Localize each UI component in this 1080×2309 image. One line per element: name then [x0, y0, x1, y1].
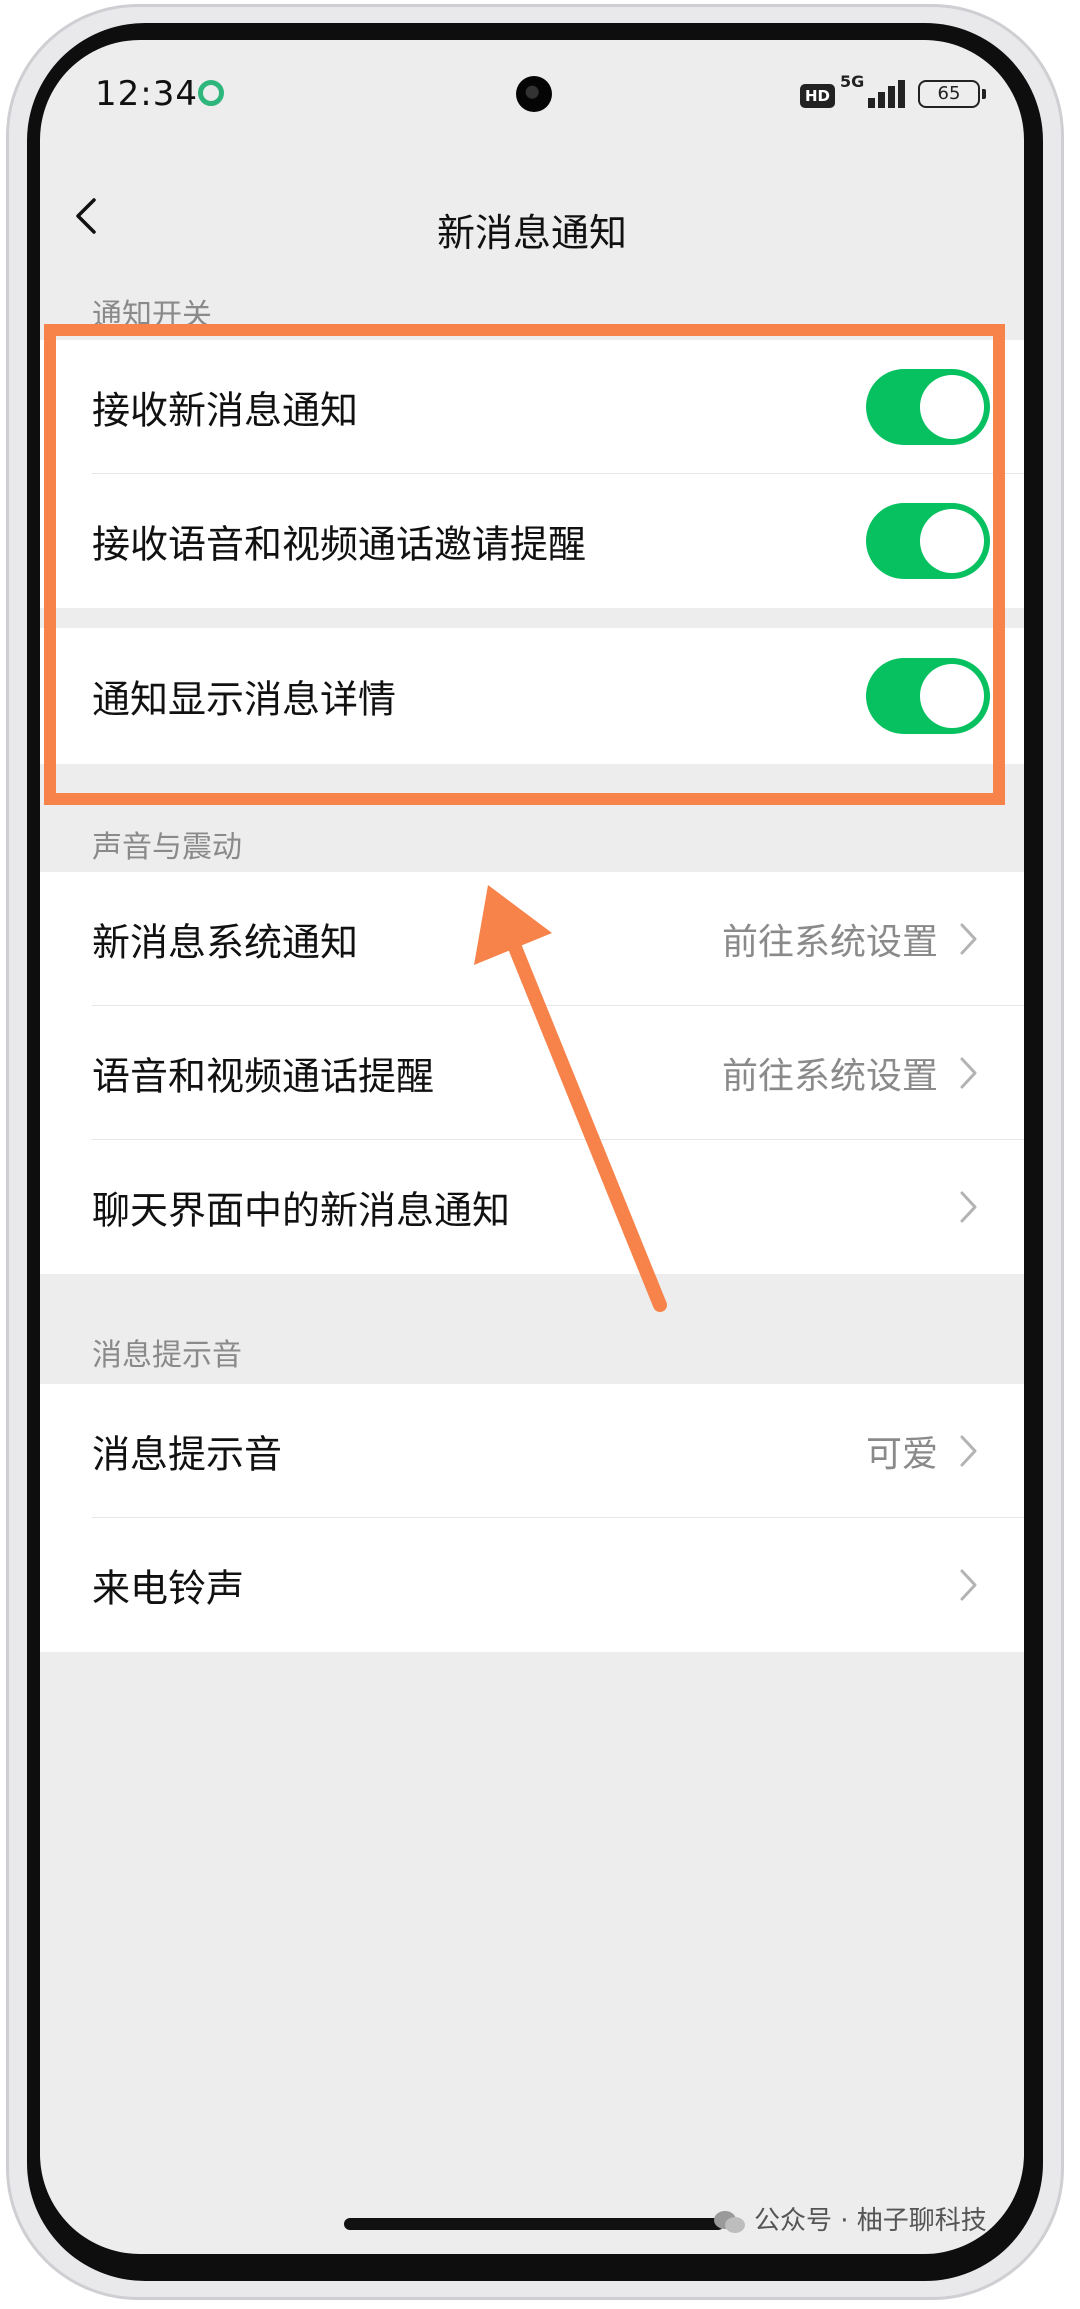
toggle-knob — [920, 664, 984, 728]
setting-label: 来电铃声 — [92, 1566, 245, 1611]
sound-vibration-group: 新消息系统通知 前往系统设置 语音和视频通话提醒 前往系统设置 聊天界面中的新消… — [40, 872, 1024, 1274]
toggle-knob — [920, 375, 984, 439]
toggle-switch[interactable] — [866, 503, 990, 579]
status-time: 12:34 — [95, 74, 198, 114]
battery-icon: 65 — [918, 80, 986, 108]
app-notification-icon — [198, 80, 224, 106]
setting-label: 接收新消息通知 — [92, 388, 359, 433]
toggle-switch[interactable] — [866, 658, 990, 734]
setting-row-call-reminder[interactable]: 语音和视频通话提醒 前往系统设置 — [40, 1006, 1024, 1140]
setting-row-call-invite-reminder[interactable]: 接收语音和视频通话邀请提醒 — [40, 474, 1024, 608]
toggle-knob — [920, 509, 984, 573]
front-camera — [516, 76, 552, 112]
setting-row-system-notification[interactable]: 新消息系统通知 前往系统设置 — [40, 872, 1024, 1006]
chevron-right-icon — [960, 1435, 977, 1467]
notification-switch-group-2: 通知显示消息详情 — [40, 628, 1024, 764]
home-indicator[interactable] — [344, 2218, 724, 2230]
nav-bar: 新消息通知 — [40, 158, 1024, 278]
setting-label: 消息提示音 — [92, 1432, 283, 1477]
chevron-right-icon — [960, 923, 977, 955]
setting-value: 可爱 — [865, 1434, 938, 1475]
setting-label: 接收语音和视频通话邀请提醒 — [92, 522, 587, 567]
chevron-right-icon — [960, 1057, 977, 1089]
setting-value: 前往系统设置 — [721, 1056, 938, 1097]
chevron-right-icon — [960, 1569, 977, 1601]
setting-row-message-tone[interactable]: 消息提示音 可爱 — [40, 1384, 1024, 1518]
setting-label: 语音和视频通话提醒 — [92, 1054, 435, 1099]
hd-badge: HD — [800, 84, 836, 108]
signal-bar — [868, 98, 875, 108]
setting-label: 新消息系统通知 — [92, 920, 359, 965]
setting-row-ringtone[interactable]: 来电铃声 — [40, 1518, 1024, 1652]
signal-bar — [898, 80, 905, 108]
signal-bar — [888, 86, 895, 108]
screen: 12:34 HD 5G 65 新消息通知 通知开关 接收新消息通知 接收语音和视… — [40, 40, 1024, 2254]
watermark: 公众号 · 柚子聊科技 — [712, 2200, 987, 2237]
page-title: 新消息通知 — [436, 211, 627, 255]
setting-label: 聊天界面中的新消息通知 — [92, 1188, 511, 1233]
notification-switch-group-1: 接收新消息通知 接收语音和视频通话邀请提醒 — [40, 340, 1024, 608]
setting-row-receive-new-message[interactable]: 接收新消息通知 — [40, 340, 1024, 474]
chevron-right-icon — [960, 1191, 977, 1223]
setting-label: 通知显示消息详情 — [92, 677, 397, 722]
message-tone-group: 消息提示音 可爱 来电铃声 — [40, 1384, 1024, 1652]
status-bar: 12:34 HD 5G 65 — [40, 40, 1024, 158]
wechat-icon — [714, 2210, 745, 2233]
signal-icon: 5G — [840, 72, 910, 112]
network-type: 5G — [840, 72, 865, 91]
section-label-notification-switch: 通知开关 — [92, 298, 212, 333]
setting-row-show-message-details[interactable]: 通知显示消息详情 — [40, 628, 1024, 764]
section-label-sound-vibration: 声音与震动 — [92, 830, 242, 865]
watermark-text: 公众号 · 柚子聊科技 — [754, 2206, 987, 2236]
signal-bar — [878, 92, 885, 108]
setting-value: 前往系统设置 — [721, 922, 938, 963]
setting-row-in-chat-notification[interactable]: 聊天界面中的新消息通知 — [40, 1140, 1024, 1274]
section-label-message-tone: 消息提示音 — [92, 1338, 242, 1373]
toggle-switch[interactable] — [866, 369, 990, 445]
